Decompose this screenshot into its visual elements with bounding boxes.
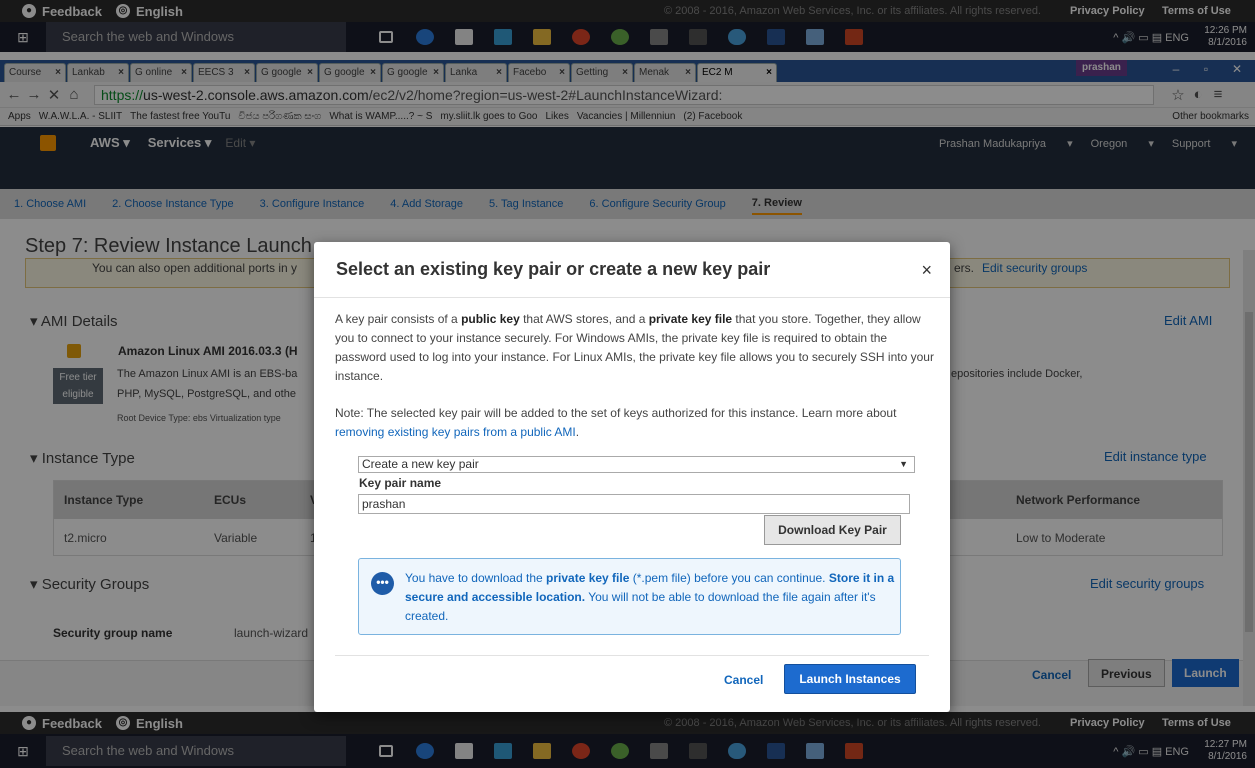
- dialog-divider: [335, 655, 929, 656]
- key-pair-note: Note: The selected key pair will be adde…: [335, 406, 897, 439]
- remove-key-pairs-link[interactable]: removing existing key pairs from a publi…: [335, 425, 576, 439]
- key-pair-name-input[interactable]: prashan: [358, 494, 910, 514]
- dialog-title: Select an existing key pair or create a …: [336, 259, 771, 279]
- close-icon[interactable]: ×: [921, 260, 932, 281]
- download-notice: ••• You have to download the private key…: [358, 558, 901, 635]
- launch-instances-button[interactable]: Launch Instances: [784, 664, 916, 694]
- chevron-down-icon: ▼: [899, 459, 908, 469]
- download-key-pair-button[interactable]: Download Key Pair: [764, 515, 901, 545]
- key-pair-select[interactable]: Create a new key pair ▼: [358, 456, 915, 473]
- key-pair-name-label: Key pair name: [359, 476, 442, 490]
- key-pair-description: A key pair consists of a public key that…: [335, 312, 934, 383]
- key-pair-dialog: Select an existing key pair or create a …: [314, 242, 950, 712]
- cancel-button[interactable]: Cancel: [724, 665, 763, 695]
- info-bubble-icon: •••: [371, 572, 394, 595]
- dialog-header: Select an existing key pair or create a …: [314, 242, 950, 298]
